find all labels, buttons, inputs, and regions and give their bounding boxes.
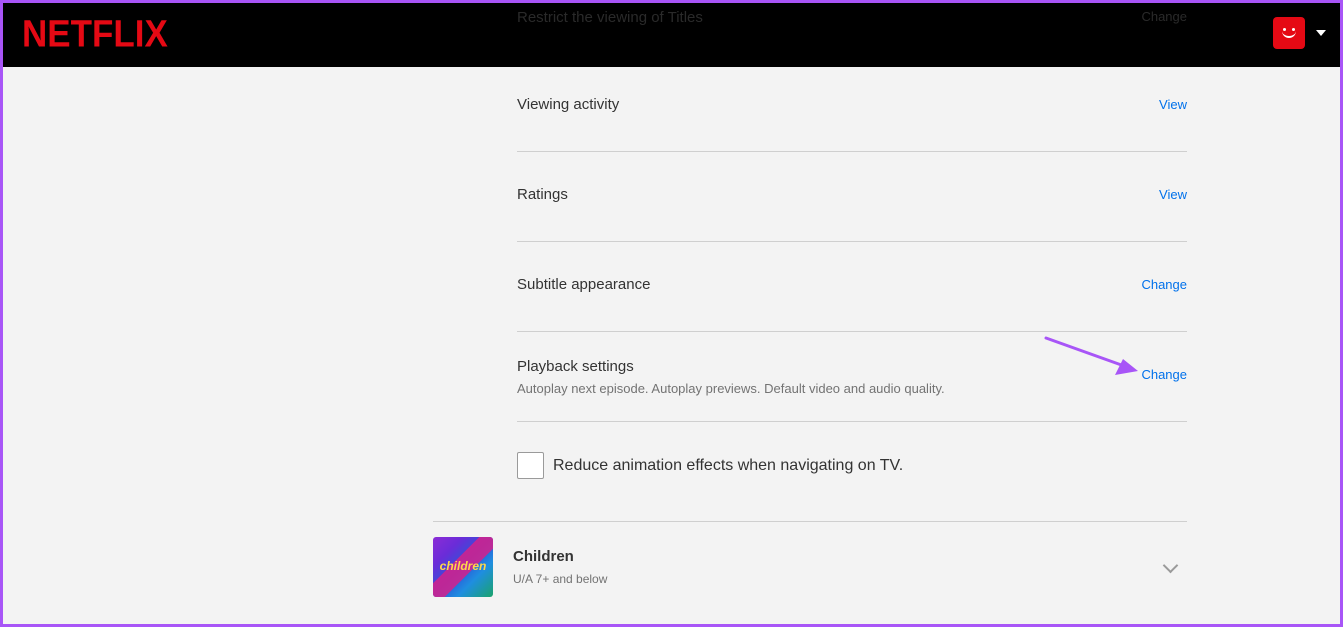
setting-row-subtitle-appearance: Subtitle appearance Change <box>517 274 1187 314</box>
profile-maturity-rating: U/A 7+ and below <box>513 572 608 586</box>
setting-label: Ratings <box>517 186 568 203</box>
profile-image-text: children <box>439 559 487 573</box>
obscured-setting-label: Restrict the viewing of Titles <box>517 9 703 26</box>
annotation-arrow-icon <box>1044 336 1138 375</box>
reduce-animation-label[interactable]: Reduce animation effects when navigating… <box>553 457 903 475</box>
obscured-setting-link[interactable]: Change <box>1141 9 1187 24</box>
top-navigation-bar: NETFLIX Restrict the viewing of Titles C… <box>3 3 1340 67</box>
setting-label: Viewing activity <box>517 96 620 113</box>
setting-row-viewing-activity: Viewing activity View <box>517 94 1187 134</box>
profile-name[interactable]: Children <box>513 548 574 565</box>
caret-down-icon[interactable] <box>1316 30 1326 36</box>
setting-description: Autoplay next episode. Autoplay previews… <box>517 381 945 396</box>
divider <box>433 521 1187 522</box>
netflix-logo[interactable]: NETFLIX <box>22 13 168 56</box>
setting-row-ratings: Ratings View <box>517 184 1187 224</box>
change-subtitle-appearance-link[interactable]: Change <box>1141 277 1187 292</box>
divider <box>517 241 1187 242</box>
view-viewing-activity-link[interactable]: View <box>1159 97 1187 112</box>
divider <box>517 421 1187 422</box>
page: NETFLIX Restrict the viewing of Titles C… <box>3 3 1340 624</box>
divider <box>517 331 1187 332</box>
divider <box>517 151 1187 152</box>
chevron-down-icon[interactable] <box>1162 557 1179 574</box>
reduce-animation-checkbox[interactable] <box>517 452 544 479</box>
change-playback-settings-link[interactable]: Change <box>1141 367 1187 382</box>
setting-label: Subtitle appearance <box>517 276 651 293</box>
setting-label: Playback settings <box>517 358 634 375</box>
children-profile-avatar[interactable]: children <box>433 537 493 597</box>
profile-avatar-icon[interactable] <box>1273 17 1305 49</box>
view-ratings-link[interactable]: View <box>1159 187 1187 202</box>
